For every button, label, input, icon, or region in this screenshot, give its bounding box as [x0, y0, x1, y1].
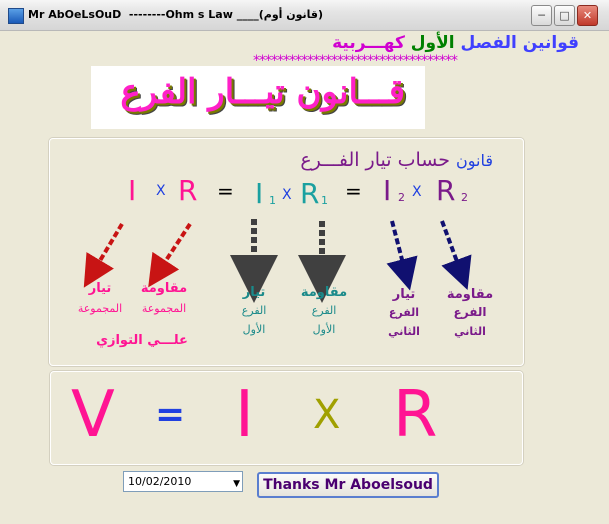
- formula-R: R: [393, 378, 438, 452]
- label-branch1-current: تيار الفرع الأول: [224, 285, 284, 336]
- label-branch2-resistance-c: الثاني: [454, 325, 486, 338]
- label-total-resistance-b: المجموعة: [141, 302, 187, 315]
- branch-current-panel: قانون حساب تيار الفـــرع I X R = I 1 X R…: [49, 138, 524, 366]
- close-icon: ✕: [582, 9, 593, 22]
- ohms-law-panel: V = I X R: [50, 371, 523, 465]
- header-part-1: قوانين الفصل: [460, 33, 579, 53]
- date-picker[interactable]: 10/02/2010 ▼: [123, 471, 243, 492]
- thanks-button[interactable]: Thanks Mr Aboelsoud: [257, 472, 439, 498]
- window-title: Mr AbOeLsOuD --------Ohm s Law ____(قانو…: [28, 8, 324, 21]
- minimize-button[interactable]: ─: [531, 5, 552, 26]
- banner-title: قـــانون تيـــار الفرع: [120, 72, 405, 112]
- label-total-current-b: المجموعة: [77, 302, 123, 315]
- label-total-resistance: مقاومة المجموعة: [134, 281, 194, 315]
- label-branch1-current-a: تيار: [242, 285, 266, 300]
- label-total-resistance-a: مقاومة: [140, 281, 188, 296]
- formula-V: V: [71, 378, 115, 452]
- label-branch2-current-a: تيار: [392, 287, 416, 302]
- label-branch1-resistance-b: الفرع: [311, 304, 337, 317]
- minimize-icon: ─: [538, 9, 545, 22]
- label-parallel: علـــي التوازي: [96, 333, 188, 348]
- form-client-area: قوانين الفصل الأول كهـــربية ***********…: [8, 31, 601, 518]
- label-total-current: تيار المجموعة: [70, 281, 130, 315]
- maximize-icon: □: [559, 9, 570, 22]
- date-value: 10/02/2010: [128, 475, 192, 488]
- label-branch2-current-b: الفرع: [388, 306, 420, 319]
- header-part-2: الأول: [404, 33, 461, 53]
- label-branch2-resistance-b: الفرع: [453, 305, 487, 319]
- title-bar[interactable]: Mr AbOeLsOuD --------Ohm s Law ____(قانو…: [0, 0, 609, 31]
- label-branch1-resistance-c: الأول: [312, 323, 336, 336]
- close-button[interactable]: ✕: [577, 5, 598, 26]
- label-branch1-resistance: مقاومة الفرع الأول: [294, 285, 354, 336]
- header-part-3: كهـــربية: [332, 33, 405, 53]
- chapter-header: قوانين الفصل الأول كهـــربية: [332, 33, 579, 53]
- formula-I: I: [235, 378, 254, 452]
- arrow-down-icon: [386, 220, 418, 291]
- label-branch1-current-b: الفرع: [241, 304, 267, 317]
- arrow-down-icon: [440, 220, 472, 291]
- formula-equals: =: [155, 394, 186, 435]
- label-branch2-resistance: مقاومة الفرع الثاني: [440, 287, 500, 338]
- label-total-current-a: تيار: [88, 281, 112, 296]
- dropdown-arrow-icon[interactable]: ▼: [233, 475, 240, 494]
- formula-times: X: [313, 392, 341, 438]
- app-icon[interactable]: [8, 8, 24, 24]
- label-branch1-resistance-a: مقاومة: [300, 285, 348, 300]
- label-branch2-current-c: الثاني: [388, 325, 420, 338]
- arrow-down-icon: [83, 222, 124, 288]
- label-branch2-current: تيار الفرع الثاني: [374, 287, 434, 338]
- banner: قـــانون تيـــار الفرع: [91, 66, 425, 129]
- label-branch2-resistance-a: مقاومة: [446, 287, 494, 302]
- label-branch1-current-c: الأول: [242, 323, 266, 336]
- maximize-button[interactable]: □: [554, 5, 575, 26]
- arrow-down-icon: [148, 222, 192, 288]
